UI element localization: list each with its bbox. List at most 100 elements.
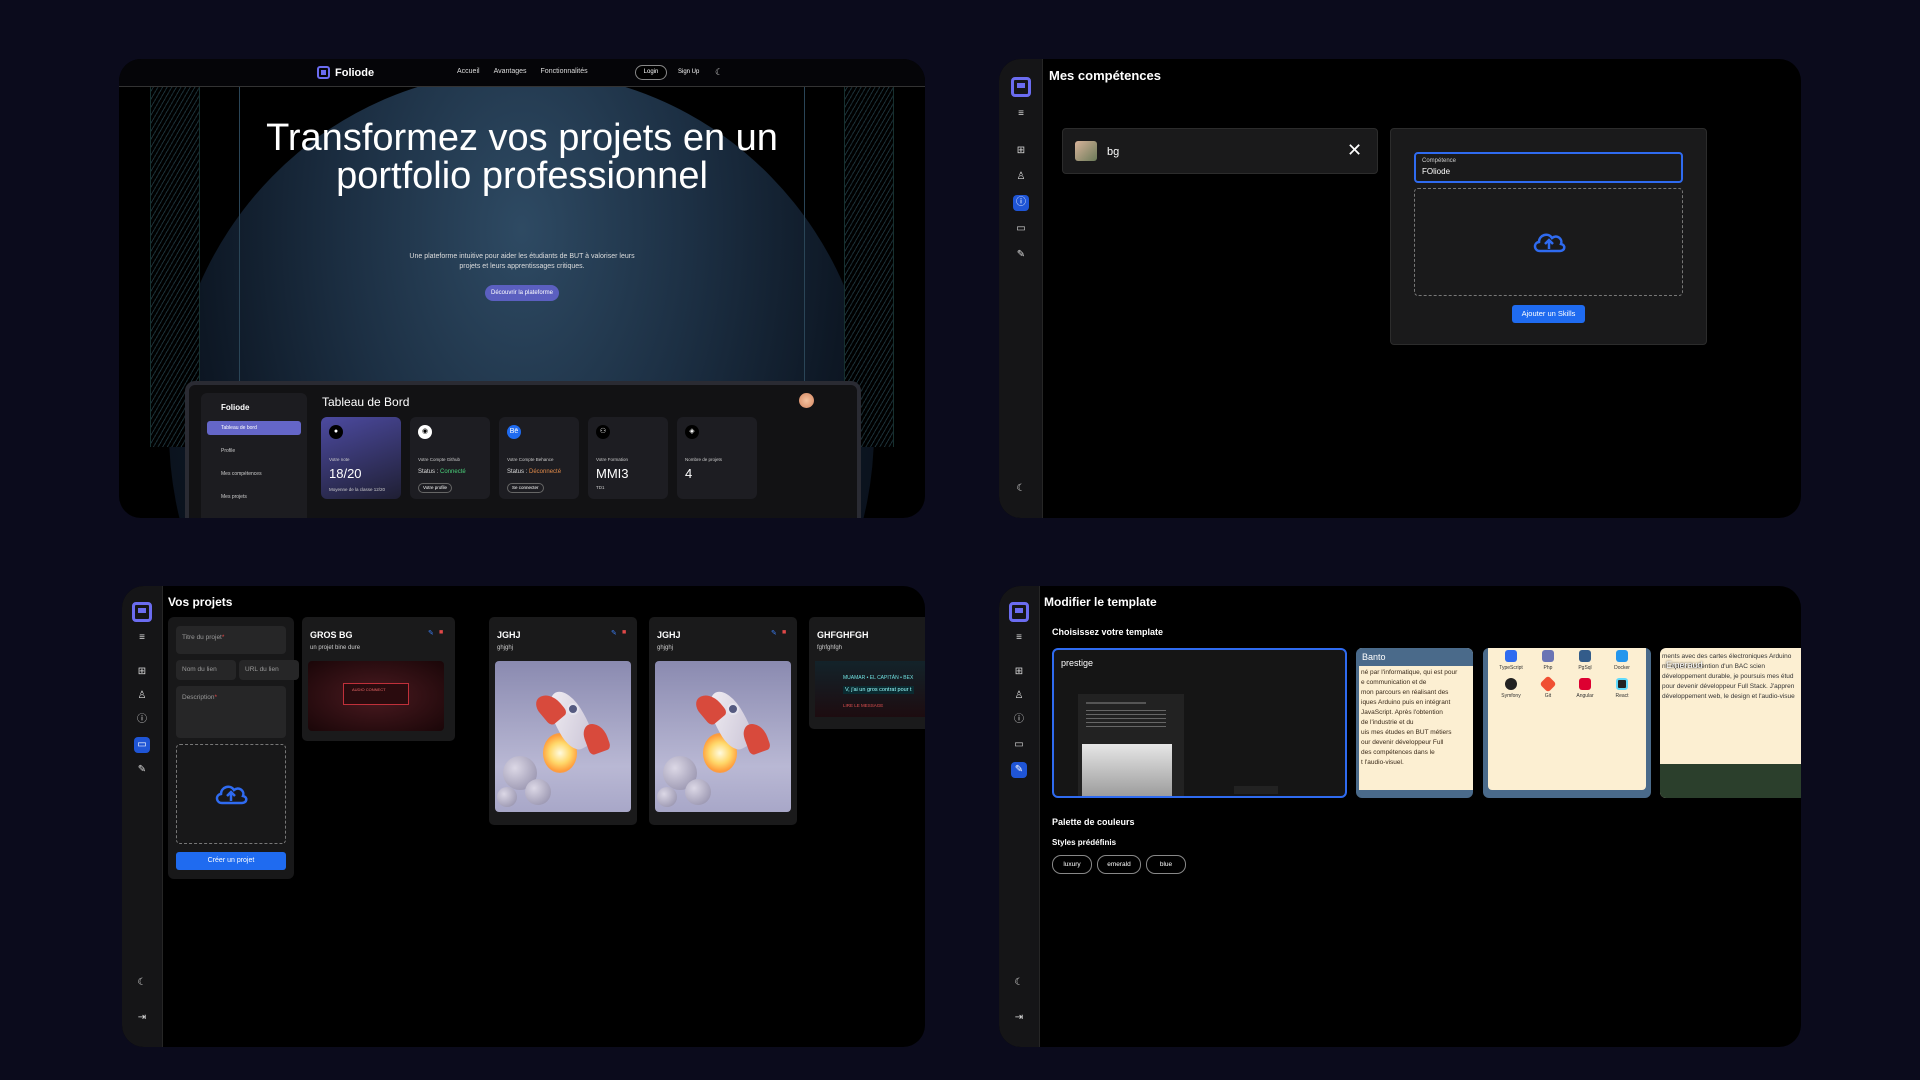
dashboard-icon[interactable]: ⊞: [134, 664, 150, 680]
foliode-logo-icon[interactable]: [1011, 77, 1031, 97]
card-label: Votre Formation: [596, 457, 629, 462]
projects-panel: ≡ ⊞ ♙ ⓘ ▭ ✎ ☾ ⇥ Vos projets Titre du pro…: [122, 586, 925, 1047]
skill-name-input[interactable]: Compétence FOliode: [1414, 152, 1683, 183]
cloud-upload-icon: [1533, 233, 1565, 253]
close-icon[interactable]: ✕: [1347, 141, 1362, 159]
logout-icon[interactable]: ⇥: [134, 1010, 150, 1026]
top-navbar: Foliode Accueil Avantages Fonctionnalité…: [119, 59, 925, 87]
project-title-input[interactable]: Titre du projet*: [176, 626, 286, 654]
template-card-emeraud[interactable]: Emeraud ments avec des cartes électroniq…: [1660, 648, 1801, 798]
profile-icon[interactable]: ♙: [1011, 688, 1027, 704]
login-button[interactable]: Login: [635, 65, 667, 80]
folder-icon[interactable]: ▭: [134, 737, 150, 753]
preview-menu-profile[interactable]: Profile: [207, 444, 301, 458]
style-chip-emerald[interactable]: emerald: [1097, 855, 1141, 874]
project-card[interactable]: JGHJ ✎ ■ ghjghj: [649, 617, 797, 825]
card-status: Status : Déconnecté: [507, 469, 562, 475]
menu-icon[interactable]: ≡: [1011, 630, 1027, 646]
behance-icon: Bē: [507, 425, 521, 439]
skill-thumbnail: [1075, 141, 1097, 161]
image-dropzone[interactable]: [176, 744, 286, 844]
project-description: fghfghfgh: [817, 645, 843, 651]
preview-menu-dashboard[interactable]: Tableau de bord: [207, 421, 301, 435]
style-chip-blue[interactable]: blue: [1146, 855, 1186, 874]
trash-icon[interactable]: ■: [782, 629, 786, 636]
card-label: Nombre de projets: [685, 457, 723, 462]
menu-icon[interactable]: ≡: [1013, 106, 1029, 122]
choose-template-heading: Choisissez votre template: [1052, 627, 1164, 637]
skills-icon[interactable]: ⓘ: [134, 712, 150, 728]
link-url-input[interactable]: URL du lien: [239, 660, 299, 680]
edit-icon[interactable]: ✎: [428, 629, 434, 637]
brand-logo[interactable]: Foliode: [317, 66, 374, 79]
profile-icon[interactable]: ♙: [134, 688, 150, 704]
add-skill-button[interactable]: Ajouter un Skills: [1512, 305, 1585, 323]
preview-dashboard-title: Tableau de Bord: [322, 395, 410, 409]
github-card: ◉ Votre Compte Github Status : Connecté …: [410, 417, 490, 499]
preview-menu-skills[interactable]: Mes compétences: [207, 467, 301, 481]
behance-connect-button[interactable]: Se connecter: [507, 483, 544, 493]
edit-icon[interactable]: ✎: [611, 629, 617, 637]
template-card-prestige[interactable]: prestige: [1052, 648, 1347, 798]
theme-toggle-moon-icon[interactable]: ☾: [715, 67, 723, 78]
folder-icon[interactable]: ▭: [1013, 221, 1029, 237]
formation-card: ⚇ Votre Formation MMI3 TD1: [588, 417, 668, 499]
skill-item: bg ✕: [1062, 128, 1378, 174]
nav-accueil[interactable]: Accueil: [457, 68, 480, 75]
link-name-input[interactable]: Nom du lien: [176, 660, 236, 680]
template-card-banto[interactable]: Banto né par l'informatique, qui est pou…: [1356, 648, 1473, 798]
foliode-logo-icon[interactable]: [132, 602, 152, 622]
foliode-logo-icon[interactable]: [1009, 602, 1029, 622]
create-project-button[interactable]: Créer un projet: [176, 852, 286, 870]
nav-links: Accueil Avantages Fonctionnalités: [457, 68, 588, 75]
avatar[interactable]: [799, 393, 814, 408]
github-profile-button[interactable]: Votre profile: [418, 483, 453, 493]
card-extra: TD1: [596, 485, 605, 490]
profile-icon[interactable]: ♙: [1013, 169, 1029, 185]
discover-platform-button[interactable]: Découvrir la plateforme: [485, 285, 559, 301]
skills-icon[interactable]: ⓘ: [1013, 195, 1029, 211]
styles-heading: Styles prédéfinis: [1052, 838, 1117, 847]
project-card[interactable]: JGHJ ✎ ■ ghjghj: [489, 617, 637, 825]
project-title: JGHJ: [497, 630, 521, 640]
nav-avantages[interactable]: Avantages: [494, 68, 527, 75]
card-label: Votre Compte Behance: [507, 457, 554, 462]
project-description: ghjghj: [497, 645, 514, 651]
page-title: Vos projets: [168, 595, 233, 609]
dashboard-icon[interactable]: ⊞: [1011, 664, 1027, 680]
edit-icon[interactable]: ✎: [1011, 762, 1027, 778]
project-card[interactable]: GHFGHFGH fghfghfgh MUAMAR • EL CAPITÁN •…: [809, 617, 925, 729]
template-card-tech[interactable]: TypeScript Php PgSql Docker Symfony Git …: [1483, 648, 1651, 798]
project-title: JGHJ: [657, 630, 681, 640]
sidebar: ≡ ⊞ ♙ ⓘ ▭ ✎ ☾: [999, 59, 1043, 518]
theme-toggle-moon-icon[interactable]: ☾: [1013, 481, 1029, 497]
folder-icon[interactable]: ▭: [1011, 737, 1027, 753]
template-name: prestige: [1061, 658, 1094, 668]
edit-icon[interactable]: ✎: [134, 762, 150, 778]
description-input[interactable]: Description*: [176, 686, 286, 738]
logout-icon[interactable]: ⇥: [1011, 1010, 1027, 1026]
card-value: 4: [685, 466, 693, 481]
create-project-form: Titre du projet* Nom du lien URL du lien…: [168, 617, 310, 879]
edit-icon[interactable]: ✎: [1013, 247, 1029, 263]
theme-toggle-moon-icon[interactable]: ☾: [134, 975, 150, 991]
theme-toggle-moon-icon[interactable]: ☾: [1011, 975, 1027, 991]
style-chip-luxury[interactable]: luxury: [1052, 855, 1092, 874]
menu-icon[interactable]: ≡: [134, 630, 150, 646]
users-icon: ⚇: [596, 425, 610, 439]
dashboard-preview: Foliode Tableau de bord Profile Mes comp…: [185, 381, 861, 518]
project-image-banner: AUDIO CONNECT: [343, 683, 409, 705]
hero-title: Transformez vos projets en un portfolio …: [266, 117, 778, 197]
signup-link[interactable]: Sign Up: [678, 69, 699, 75]
trash-icon[interactable]: ■: [439, 629, 443, 636]
project-card[interactable]: GROS BG ✎ ■ un projet bine dure AUDIO CO…: [302, 617, 455, 741]
image-dropzone[interactable]: [1414, 188, 1683, 296]
dashboard-icon[interactable]: ⊞: [1013, 143, 1029, 159]
template-panel: ≡ ⊞ ♙ ⓘ ▭ ✎ ☾ ⇥ Modifier le template Cho…: [999, 586, 1801, 1047]
edit-icon[interactable]: ✎: [771, 629, 777, 637]
trash-icon[interactable]: ■: [622, 629, 626, 636]
skills-icon[interactable]: ⓘ: [1011, 712, 1027, 728]
nav-fonctionnalites[interactable]: Fonctionnalités: [541, 68, 588, 75]
sidebar: ≡ ⊞ ♙ ⓘ ▭ ✎ ☾ ⇥: [122, 586, 163, 1047]
preview-menu-projects[interactable]: Mes projets: [207, 490, 301, 504]
